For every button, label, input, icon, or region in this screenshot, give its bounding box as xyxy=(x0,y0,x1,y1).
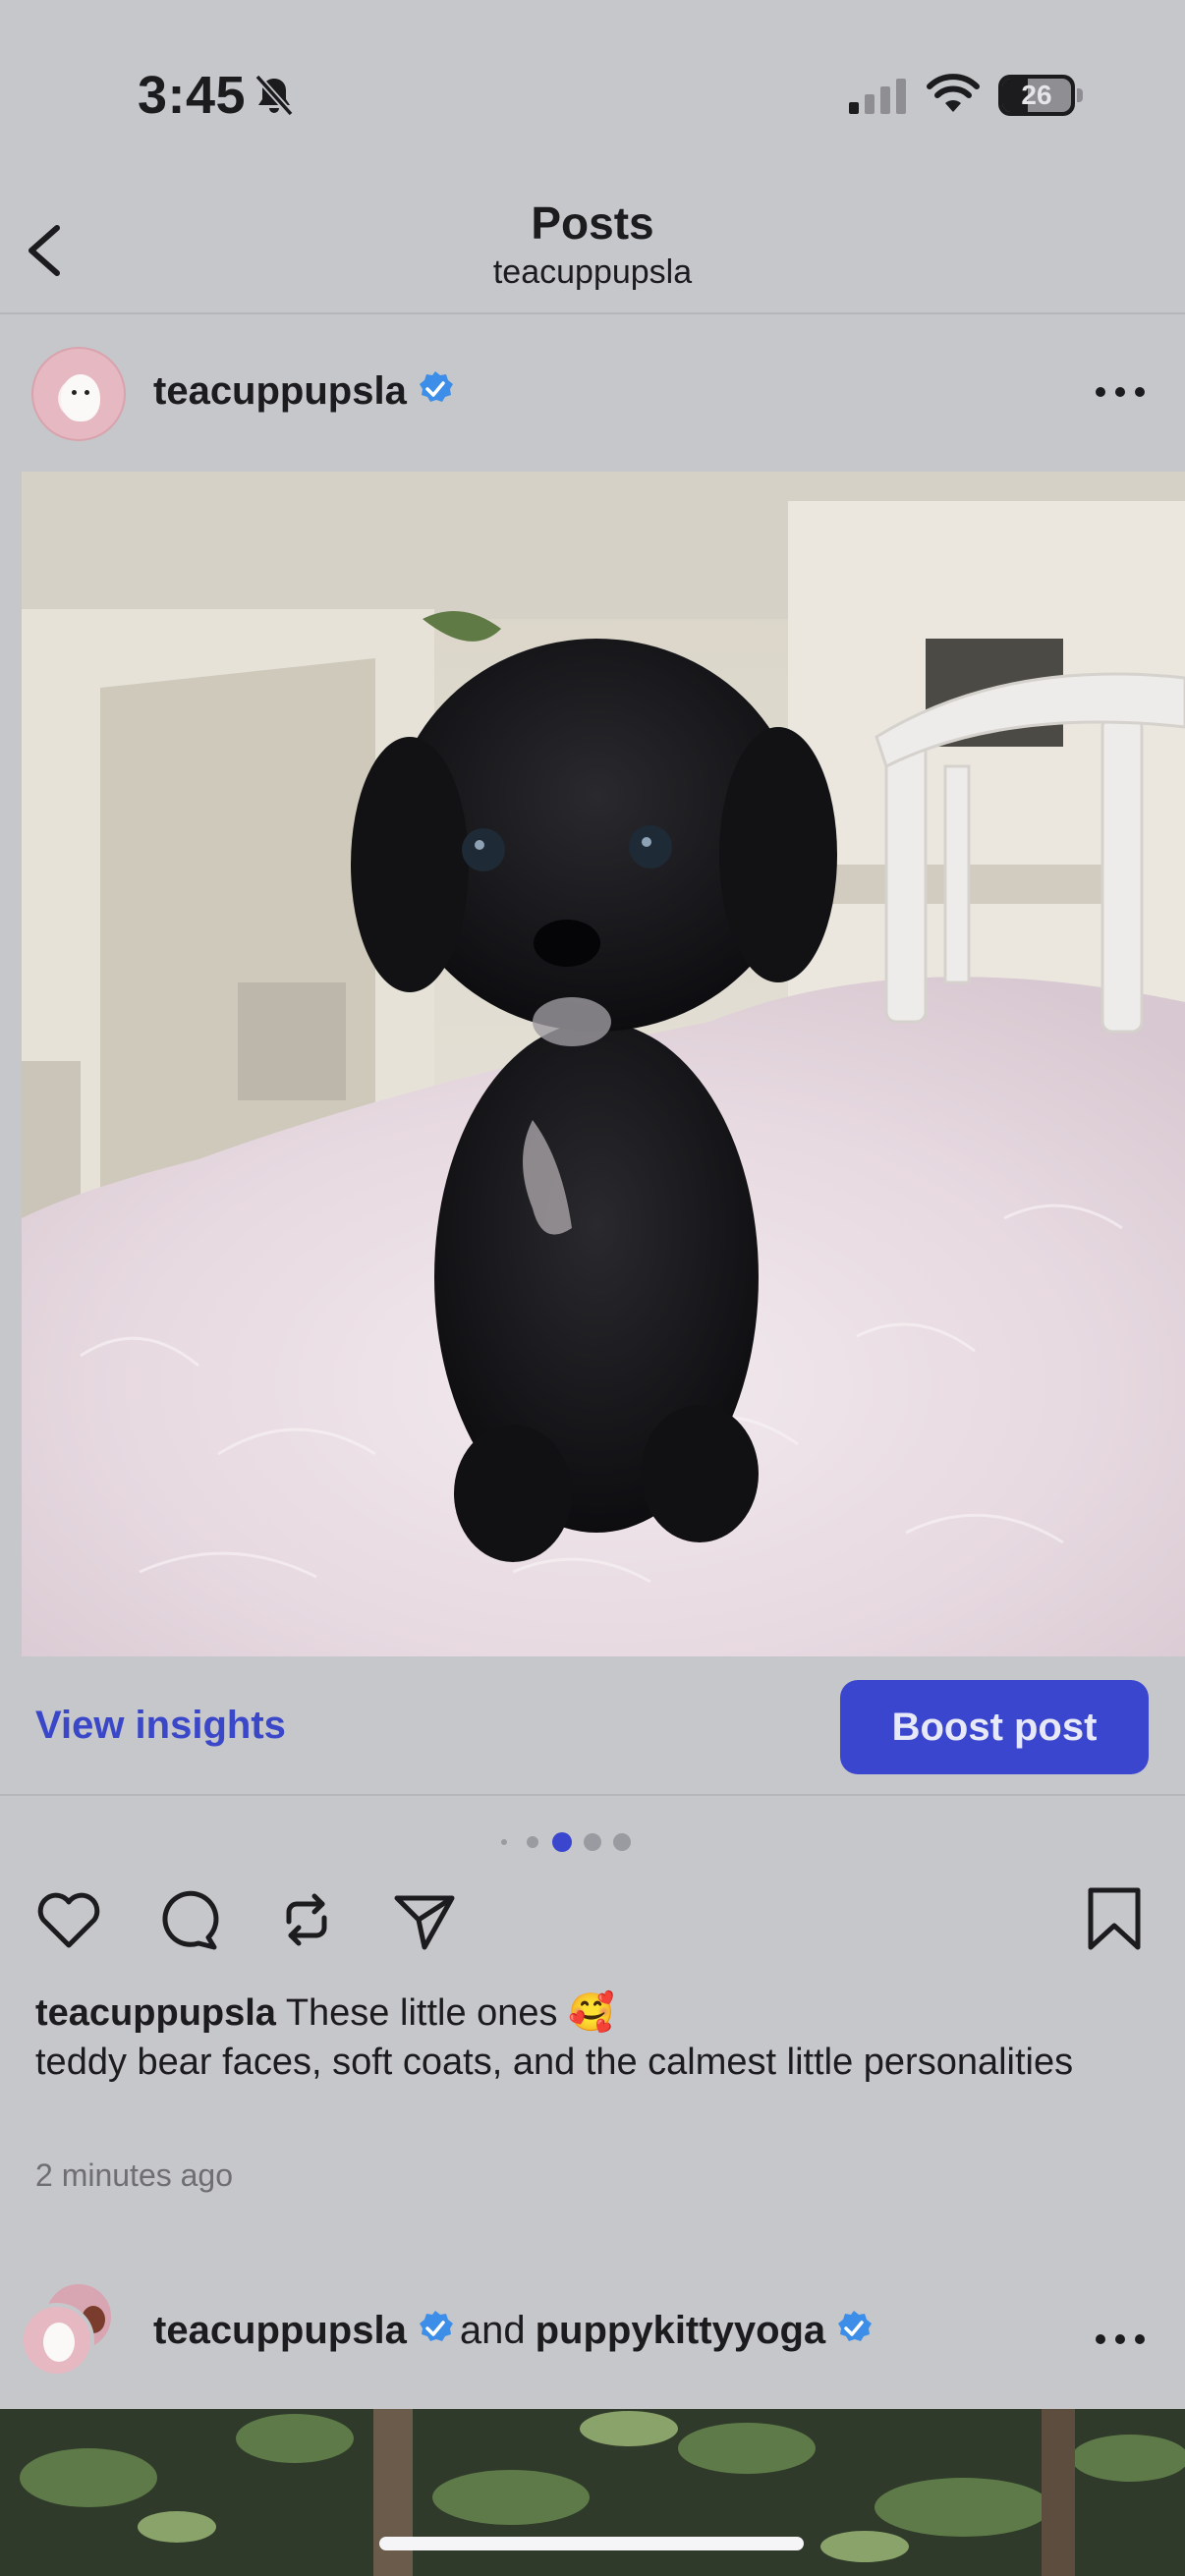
caption-username[interactable]: teacuppupsla xyxy=(35,1992,276,2034)
post-username-row[interactable]: teacuppupsla xyxy=(153,369,454,414)
carousel-dot xyxy=(584,1833,601,1851)
status-bar: 3:45 26 xyxy=(0,0,1185,187)
next-post-photo[interactable] xyxy=(0,2409,1185,2576)
instagram-post-screen: 3:45 26 Posts teacuppupsla teacuppupsla … xyxy=(0,0,1185,2576)
wifi-icon xyxy=(927,74,980,112)
collab-joiner: and xyxy=(459,2309,526,2352)
share-icon[interactable] xyxy=(389,1884,460,1955)
battery-icon: 26 xyxy=(998,75,1083,116)
carousel-dot xyxy=(501,1839,507,1845)
repost-icon[interactable] xyxy=(271,1884,342,1955)
carousel-dot xyxy=(527,1836,538,1848)
foliage-photo-image xyxy=(0,2409,1185,2576)
collab-user1[interactable]: teacuppupsla xyxy=(153,2309,407,2352)
collab-usernames: teacuppupsla and puppykittyyoga xyxy=(153,2309,873,2353)
view-insights-link[interactable]: View insights xyxy=(35,1704,286,1748)
verified-badge-icon xyxy=(838,2311,873,2342)
home-indicator[interactable] xyxy=(379,2537,804,2550)
more-options-button[interactable] xyxy=(1091,2324,1150,2354)
post-username[interactable]: teacuppupsla xyxy=(153,369,407,413)
caption-text-line2: teddy bear faces, soft coats, and the ca… xyxy=(35,2042,1074,2083)
post-header: teacuppupsla xyxy=(0,314,1185,472)
bookmark-icon[interactable] xyxy=(1079,1884,1150,1955)
carousel-indicator xyxy=(0,1831,1185,1852)
caption-text: These little ones 🥰 xyxy=(275,1992,615,2034)
battery-level-text: 26 xyxy=(1021,80,1052,110)
avatar[interactable] xyxy=(31,347,126,441)
collab-user2[interactable]: puppykittyyoga xyxy=(536,2309,826,2352)
post-photo[interactable] xyxy=(22,472,1185,1656)
verified-badge-icon xyxy=(419,371,453,403)
page-subtitle: teacuppupsla xyxy=(492,253,693,291)
carousel-dot xyxy=(613,1833,631,1851)
page-title: Posts xyxy=(531,197,654,249)
nav-header: Posts teacuppupsla xyxy=(0,187,1185,314)
post-caption: teacuppupsla These little ones 🥰 teddy b… xyxy=(35,1988,1146,2087)
boost-post-button[interactable]: Boost post xyxy=(840,1680,1149,1774)
more-options-button[interactable] xyxy=(1091,377,1150,407)
cellular-signal-icon xyxy=(849,79,906,114)
collab-avatar-primary[interactable] xyxy=(20,2303,94,2378)
bell-slash-icon xyxy=(254,74,294,117)
insights-row: View insights Boost post xyxy=(0,1656,1185,1796)
puppy-photo-image xyxy=(22,472,1185,1656)
post-timestamp: 2 minutes ago xyxy=(35,2157,234,2193)
next-post-header: teacuppupsla and puppykittyyoga xyxy=(0,2269,1185,2407)
heart-icon[interactable] xyxy=(33,1884,104,1955)
comment-icon[interactable] xyxy=(153,1884,224,1955)
carousel-dot-active xyxy=(552,1832,572,1852)
verified-badge-icon xyxy=(419,2311,453,2342)
post-actions xyxy=(0,1884,1185,1955)
status-time: 3:45 xyxy=(138,66,247,125)
